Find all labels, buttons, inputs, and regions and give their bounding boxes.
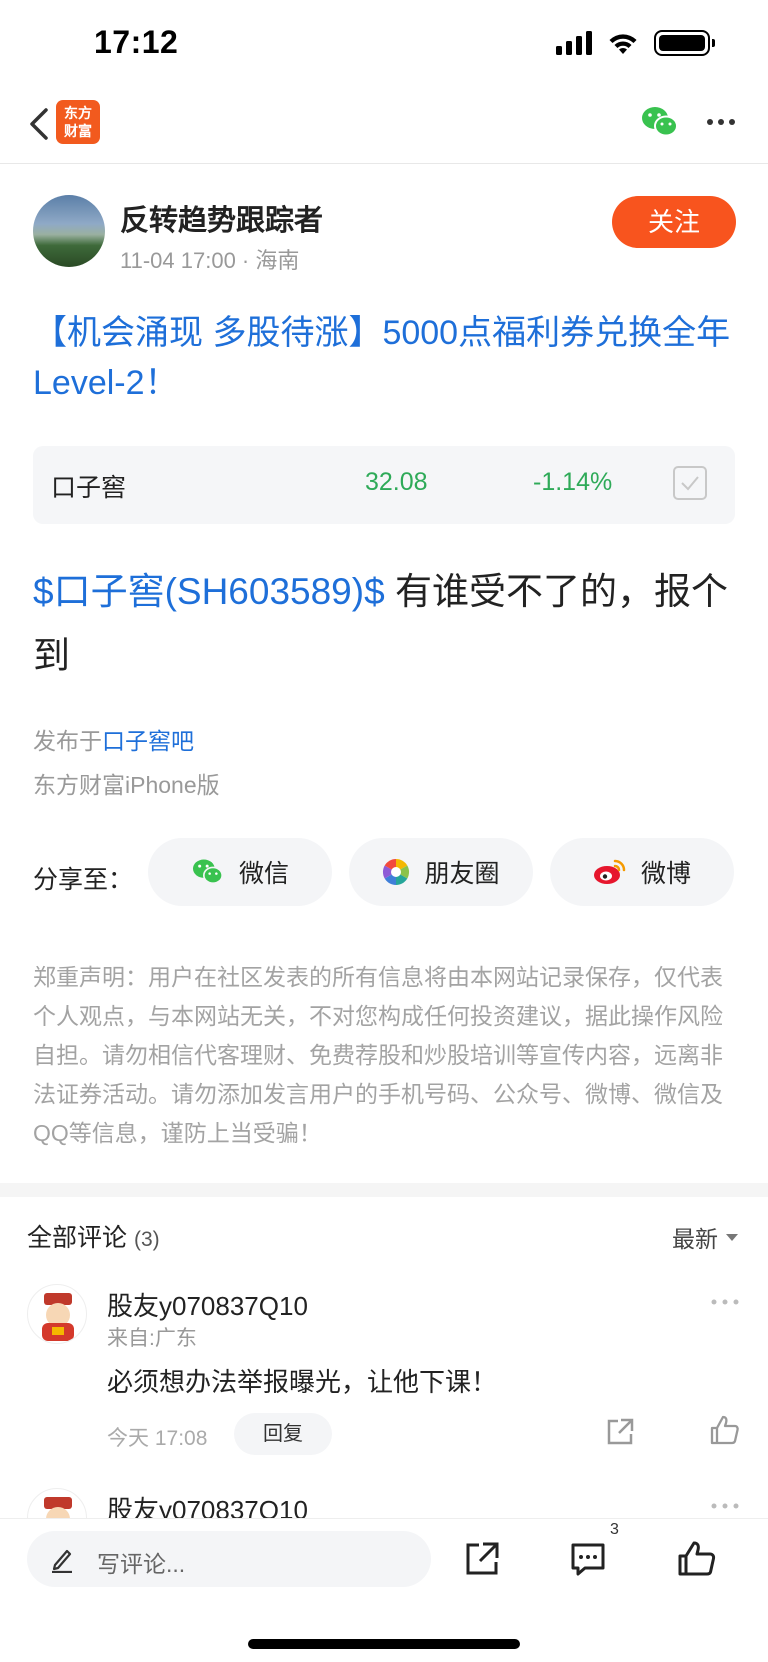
- status-time: 17:12: [94, 24, 179, 60]
- nav-bar: 东方 财富: [0, 90, 768, 164]
- reply-button[interactable]: 回复: [234, 1413, 332, 1455]
- weibo-icon: [593, 859, 626, 884]
- home-indicator: [248, 1639, 520, 1649]
- comment-more-icon[interactable]: [710, 1501, 740, 1511]
- author-avatar[interactable]: [33, 195, 105, 267]
- stock-card[interactable]: 口子窖 32.08 -1.14%: [33, 446, 735, 524]
- comment-icon[interactable]: [568, 1539, 608, 1579]
- section-divider: [0, 1183, 768, 1197]
- check-icon: [681, 476, 699, 491]
- sort-label: 最新: [672, 1226, 718, 1252]
- status-bar: 17:12: [0, 0, 768, 90]
- share-weibo-label: 微博: [640, 860, 691, 888]
- stock-name: 口子窖: [51, 474, 127, 502]
- bottom-bar: 写评论... 3: [0, 1518, 768, 1662]
- share-moments-label: 朋友圈: [424, 860, 500, 888]
- comments-title: 全部评论: [27, 1224, 128, 1252]
- share-wechat-button[interactable]: 微信: [148, 838, 332, 906]
- author-meta: 11-04 17:00 · 海南: [120, 248, 300, 273]
- status-icons: [556, 30, 715, 56]
- share-weibo-button[interactable]: 微博: [550, 838, 734, 906]
- client-source: 东方财富iPhone版: [33, 772, 220, 798]
- comment-more-icon[interactable]: [710, 1297, 740, 1307]
- published-prefix: 发布于: [33, 728, 102, 754]
- comment-text: 必须想办法举报曝光，让他下课！: [107, 1367, 498, 1397]
- post-body: $口子窖(SH603589)$ 有谁受不了的，报个到: [33, 560, 743, 688]
- battery-icon: [654, 30, 715, 56]
- pencil-icon: [52, 1549, 72, 1573]
- comment-like-icon[interactable]: [708, 1414, 740, 1446]
- stock-watch-checkbox[interactable]: [673, 466, 707, 500]
- app-logo: 东方 财富: [56, 100, 100, 144]
- moments-icon: [383, 858, 410, 886]
- wechat-share-icon[interactable]: [640, 104, 680, 140]
- disclaimer: 郑重声明：用户在社区发表的所有信息将由本网站记录保存，仅代表个人观点，与本网站无…: [33, 964, 723, 1146]
- share-moments-button[interactable]: 朋友圈: [349, 838, 533, 906]
- wifi-icon: [609, 34, 637, 54]
- wechat-icon: [192, 859, 223, 885]
- stock-change: -1.14%: [533, 468, 613, 496]
- share-label: 分享至：: [33, 866, 134, 894]
- share-icon[interactable]: [462, 1539, 502, 1579]
- stock-tag-link[interactable]: $口子窖(SH603589)$: [33, 571, 385, 612]
- stock-bar-link[interactable]: 口子窖吧: [102, 728, 194, 754]
- comments-count: (3): [133, 1228, 160, 1251]
- comments-header: 全部评论 (3): [27, 1218, 160, 1254]
- like-icon[interactable]: [676, 1539, 716, 1579]
- follow-button[interactable]: 关注: [612, 196, 736, 248]
- comment-share-icon[interactable]: [604, 1416, 636, 1448]
- caret-down-icon: [726, 1233, 738, 1241]
- comment-count-badge: 3: [610, 1521, 619, 1538]
- write-comment-input[interactable]: 写评论...: [27, 1531, 431, 1587]
- comment-location: 来自:广东: [107, 1327, 197, 1350]
- stock-price: 32.08: [365, 468, 428, 496]
- sort-dropdown[interactable]: 最新: [672, 1220, 738, 1254]
- share-wechat-label: 微信: [238, 860, 289, 888]
- post-title[interactable]: 【机会涌现 多股待涨】5000点福利券兑换全年Level-2！: [33, 308, 737, 408]
- comment-time: 今天 17:08: [107, 1427, 208, 1450]
- comment-avatar[interactable]: [27, 1284, 87, 1344]
- published-in: 发布于口子窖吧: [33, 722, 194, 756]
- comment-username[interactable]: 股友y070837Q10: [107, 1286, 308, 1323]
- god-of-wealth-avatar-icon: [42, 1293, 74, 1341]
- author-name[interactable]: 反转趋势跟踪者: [120, 197, 323, 239]
- cellular-signal-icon: [556, 31, 592, 55]
- comment-placeholder: 写评论...: [97, 1551, 186, 1577]
- more-icon[interactable]: [706, 112, 736, 132]
